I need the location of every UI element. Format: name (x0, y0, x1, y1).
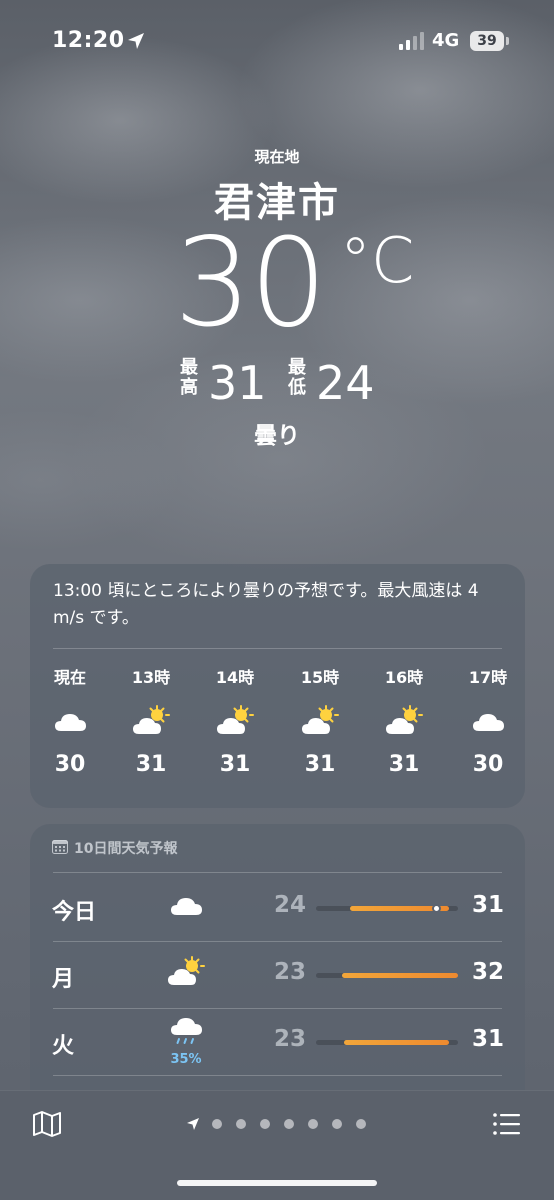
current-location-page-icon[interactable] (186, 1117, 200, 1131)
partly-sunny-icon (133, 705, 170, 734)
page-dot[interactable] (212, 1119, 222, 1129)
hourly-item[interactable]: 13時 31 (116, 664, 186, 777)
network-type: 4G (432, 30, 460, 51)
map-icon[interactable] (32, 1109, 62, 1139)
temperature-range-bar (316, 904, 458, 913)
hourly-item[interactable]: 17時 30 (453, 664, 523, 777)
temperature-range-fill (344, 1040, 450, 1045)
hour-temperature: 31 (135, 752, 167, 777)
row-divider (53, 1075, 502, 1076)
day-high-temperature: 31 (471, 892, 504, 918)
hour-temperature: 30 (54, 752, 86, 777)
temperature-range-bar (316, 973, 458, 978)
forecast-day-row[interactable]: 月 23 32 (30, 943, 525, 1009)
page-dot[interactable] (260, 1119, 270, 1129)
ten-day-forecast-card[interactable]: 10日間天気予報 今日 24 31 月 23 32 火 35% 23 31 (30, 824, 525, 1124)
rain-cloud-icon (171, 1018, 202, 1044)
hour-label: 15時 (300, 668, 340, 687)
page-dot[interactable] (308, 1119, 318, 1129)
partly-sunny-icon (302, 705, 339, 734)
forecast-day-row[interactable]: 火 35% 23 31 (30, 1010, 525, 1076)
day-low-temperature: 24 (273, 892, 306, 918)
temperature-unit: °C (340, 224, 415, 297)
day-high-temperature: 31 (471, 1026, 504, 1052)
day-low-temperature: 23 (273, 1026, 306, 1052)
calendar-icon (52, 840, 68, 854)
status-bar: 12:20 4G 39 (0, 0, 554, 80)
hour-label: 16時 (384, 668, 424, 687)
page-dot[interactable] (284, 1119, 294, 1129)
battery-indicator: 39 (470, 31, 504, 51)
page-dot[interactable] (356, 1119, 366, 1129)
hour-temperature: 31 (388, 752, 420, 777)
partly-sunny-icon (168, 956, 205, 985)
low-value: 24 (316, 356, 375, 410)
day-low-temperature: 23 (273, 959, 306, 985)
hour-label: 現在 (53, 668, 86, 687)
cellular-signal-icon (399, 32, 424, 50)
hourly-item[interactable]: 14時 31 (200, 664, 270, 777)
high-label: 最高 (180, 357, 198, 398)
partly-sunny-icon (217, 705, 254, 734)
hourly-forecast-card[interactable]: 13:00 頃にところにより曇りの予想です。最大風速は 4 m/s です。 現在… (30, 564, 525, 808)
weather-condition: 曇り (254, 423, 300, 449)
hour-label: 13時 (131, 668, 171, 687)
location-arrow-icon (128, 33, 144, 49)
cloud-icon (171, 898, 202, 915)
card-divider (53, 648, 502, 649)
current-temperature: 30 (174, 212, 327, 354)
day-name: 火 (52, 1034, 75, 1059)
hour-temperature: 31 (304, 752, 336, 777)
hourly-item[interactable]: 現在 30 (35, 664, 105, 777)
hourly-item[interactable]: 15時 31 (285, 664, 355, 777)
current-temperature-marker (432, 904, 442, 913)
forecast-summary: 13:00 頃にところにより曇りの予想です。最大風速は 4 m/s です。 (53, 581, 479, 628)
hourly-item[interactable]: 16時 31 (369, 664, 439, 777)
page-indicator[interactable] (186, 1117, 386, 1131)
cloud-icon (473, 714, 504, 731)
precipitation-chance: 35% (170, 1052, 202, 1067)
hour-temperature: 31 (219, 752, 251, 777)
page-dot[interactable] (332, 1119, 342, 1129)
status-time: 12:20 (52, 28, 125, 53)
high-value: 31 (208, 356, 267, 410)
page-dot[interactable] (236, 1119, 246, 1129)
ten-day-forecast-title: 10日間天気予報 (74, 841, 178, 857)
day-high-temperature: 32 (471, 959, 504, 985)
row-divider (53, 941, 502, 942)
low-label: 最低 (288, 357, 306, 398)
temperature-range-fill (341, 973, 458, 978)
temperature-range-bar (316, 1040, 458, 1045)
day-name: 月 (52, 967, 75, 992)
hour-temperature: 30 (472, 752, 504, 777)
hour-label: 17時 (468, 668, 508, 687)
card-divider (53, 872, 502, 873)
day-name: 今日 (52, 900, 97, 925)
list-icon[interactable] (492, 1109, 522, 1139)
hour-label: 14時 (215, 668, 255, 687)
forecast-day-row[interactable]: 今日 24 31 (30, 876, 525, 942)
partly-sunny-icon (386, 705, 423, 734)
battery-tip (506, 37, 509, 45)
row-divider (53, 1008, 502, 1009)
location-label: 現在地 (254, 148, 300, 166)
cloud-icon (55, 714, 86, 731)
home-indicator (177, 1180, 377, 1186)
